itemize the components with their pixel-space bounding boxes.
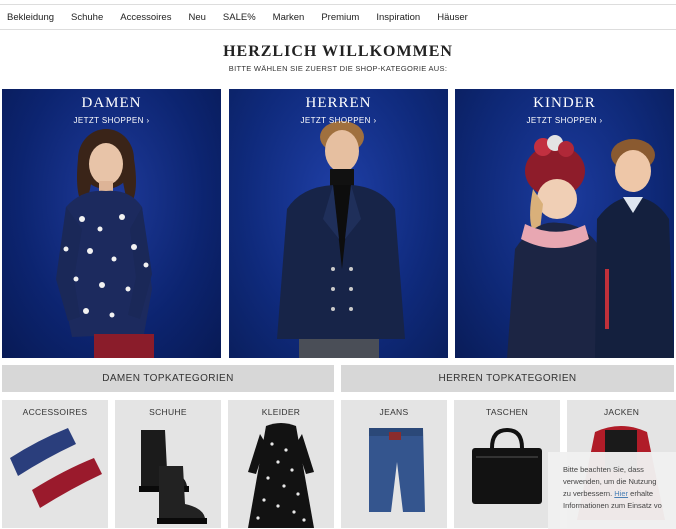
- category-title-kinder: KINDER: [533, 95, 596, 111]
- cookie-text-line-3: zu verbessern. Hier erhalte: [563, 488, 676, 500]
- cookie-notice: Bitte beachten Sie, dass verwenden, um d…: [548, 452, 676, 529]
- product-tile-jeans[interactable]: JEANS: [341, 400, 447, 528]
- jeans-image: [369, 428, 425, 512]
- product-label-schuhe: SCHUHE: [149, 407, 187, 417]
- headband-image: [10, 428, 102, 508]
- page-title: HERZLICH WILLKOMMEN: [223, 43, 453, 60]
- shop-now-link-kinder[interactable]: JETZT SHOPPEN ›: [455, 116, 674, 125]
- main-navigation: Bekleidung Schuhe Accessoires Neu SALE% …: [0, 4, 676, 30]
- product-label-taschen: TASCHEN: [485, 407, 529, 417]
- shop-now-link-damen[interactable]: JETZT SHOPPEN ›: [2, 116, 221, 125]
- nav-bekleidung[interactable]: Bekleidung: [7, 12, 54, 23]
- product-label-kleider: KLEIDER: [261, 407, 301, 417]
- cookie-text-line-3-post: erhalte: [630, 489, 654, 498]
- nav-neu[interactable]: Neu: [188, 12, 205, 23]
- product-label-jacken: JACKEN: [603, 407, 640, 417]
- dress-image: [248, 423, 314, 528]
- herren-topcategories-button[interactable]: HERREN TOPKATEGORIEN: [341, 365, 674, 392]
- shop-now-link-herren[interactable]: JETZT SHOPPEN ›: [229, 116, 448, 125]
- nav-haeuser[interactable]: Häuser: [437, 12, 468, 23]
- product-tile-kleider[interactable]: KLEIDER: [228, 400, 334, 528]
- boots-image: [139, 430, 207, 524]
- product-tile-accessoires[interactable]: ACCESSOIRES: [2, 400, 108, 528]
- category-tile-kinder[interactable]: KINDER JETZT SHOPPEN ›: [455, 89, 674, 358]
- damen-topcategories-button[interactable]: DAMEN TOPKATEGORIEN: [2, 365, 334, 392]
- nav-premium[interactable]: Premium: [321, 12, 359, 23]
- nav-marken[interactable]: Marken: [273, 12, 305, 23]
- bag-image: [472, 427, 542, 504]
- product-label-jeans: JEANS: [379, 407, 409, 417]
- cookie-text-line-4: Informationen zum Einsatz vo: [563, 501, 662, 510]
- kinder-model-image: [507, 135, 674, 358]
- cookie-text-line-1: Bitte beachten Sie, dass: [563, 465, 644, 474]
- category-title-damen: DAMEN: [81, 95, 142, 111]
- product-tile-schuhe[interactable]: SCHUHE: [115, 400, 221, 528]
- damen-model-image: [56, 129, 154, 358]
- nav-accessoires[interactable]: Accessoires: [120, 12, 171, 23]
- nav-inspiration[interactable]: Inspiration: [376, 12, 420, 23]
- cookie-text-line-3-pre: zu verbessern.: [563, 489, 613, 498]
- cookie-info-link[interactable]: Hier: [614, 489, 628, 498]
- nav-schuhe[interactable]: Schuhe: [71, 12, 103, 23]
- nav-sale[interactable]: SALE%: [223, 12, 256, 23]
- category-title-herren: HERREN: [305, 95, 372, 111]
- product-tile-taschen[interactable]: TASCHEN: [454, 400, 560, 528]
- category-tile-damen[interactable]: DAMEN JETZT SHOPPEN ›: [2, 89, 221, 358]
- category-tile-herren[interactable]: HERREN JETZT SHOPPEN ›: [229, 89, 448, 358]
- herren-model-image: [277, 121, 405, 358]
- cookie-text-line-2: verwenden, um die Nutzung: [563, 477, 657, 486]
- page-subtitle: BITTE WÄHLEN SIE ZUERST DIE SHOP-KATEGOR…: [228, 64, 448, 73]
- product-label-accessoires: ACCESSOIRES: [22, 407, 88, 417]
